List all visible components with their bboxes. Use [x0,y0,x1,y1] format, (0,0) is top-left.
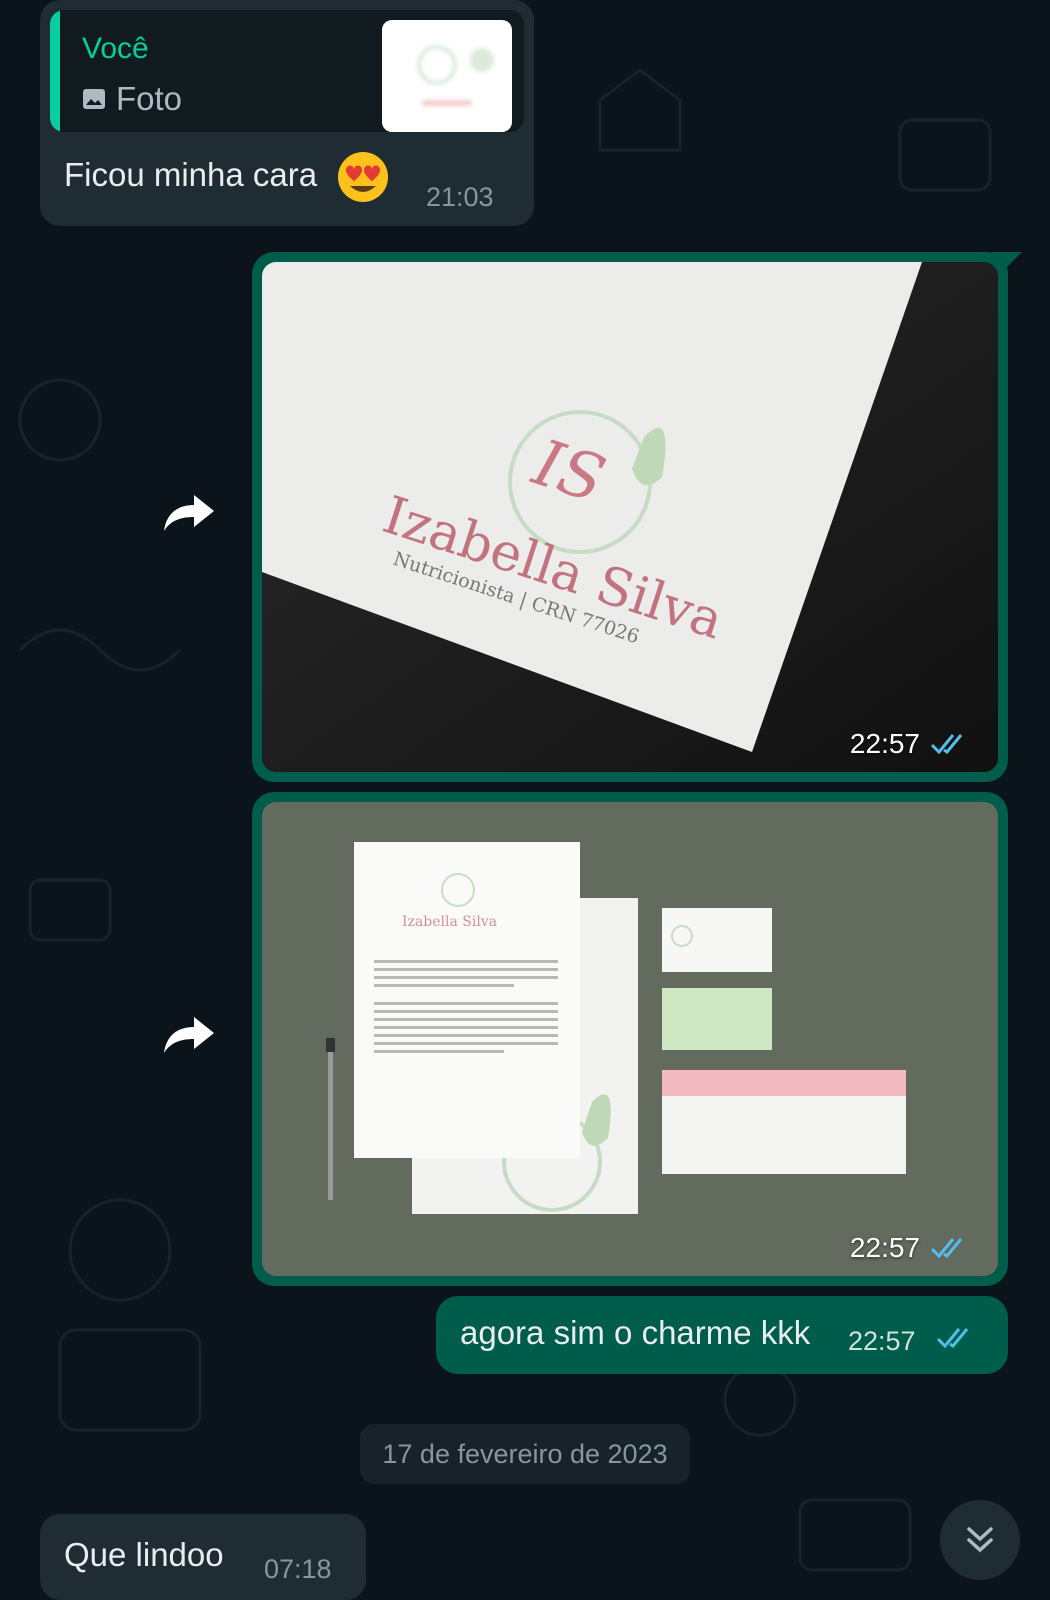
heart-eyes-emoji [338,152,388,202]
message-time: 21:03 [426,182,494,212]
stationery-mockup-image[interactable]: Izabella Silva [262,802,998,1276]
date-divider: 17 de fevereiro de 2023 [360,1424,690,1484]
message-time: 22:57 [850,1232,968,1264]
message-text: Ficou minha cara [64,156,318,193]
quoted-reply[interactable]: Você Foto [50,10,524,132]
message-time: 07:18 [264,1554,332,1584]
double-check-icon [930,1238,963,1259]
logo-mockup-image[interactable]: IS Izabella Silva Nutricionista | CRN 77… [262,262,998,772]
incoming-message[interactable]: Você Foto Ficou minha cara 21:03 [40,0,534,226]
message-text: Que lindoo [64,1536,224,1573]
quote-bar [50,10,60,132]
forward-icon [164,1017,214,1053]
incoming-message[interactable]: Que lindoo 07:18 [40,1514,366,1600]
outgoing-image-message[interactable]: Izabella Silva 22:57 [252,792,1008,1286]
message-time-text: 22:57 [849,728,920,759]
forward-button[interactable] [158,482,220,544]
quote-type: Foto [82,80,182,118]
quote-thumbnail [382,20,512,132]
message-time-text: 22:57 [849,1232,920,1263]
double-check-icon [936,1328,969,1349]
forward-icon [164,495,214,531]
message-time: 22:57 [848,1326,916,1356]
double-check-icon [930,734,963,755]
message-time: 22:57 [850,728,968,760]
photo-icon [83,89,105,109]
chevron-double-down-icon [967,1527,993,1553]
outgoing-image-message[interactable]: IS Izabella Silva Nutricionista | CRN 77… [252,252,1022,782]
quote-author: Você [82,32,149,65]
message-text: agora sim o charme kkk [460,1314,811,1351]
quote-type-label: Foto [116,80,183,117]
scroll-to-bottom-button[interactable] [940,1500,1020,1580]
outgoing-message[interactable]: agora sim o charme kkk 22:57 [436,1296,1008,1374]
letterhead-name: Izabella Silva [402,914,497,930]
forward-button[interactable] [158,1004,220,1066]
